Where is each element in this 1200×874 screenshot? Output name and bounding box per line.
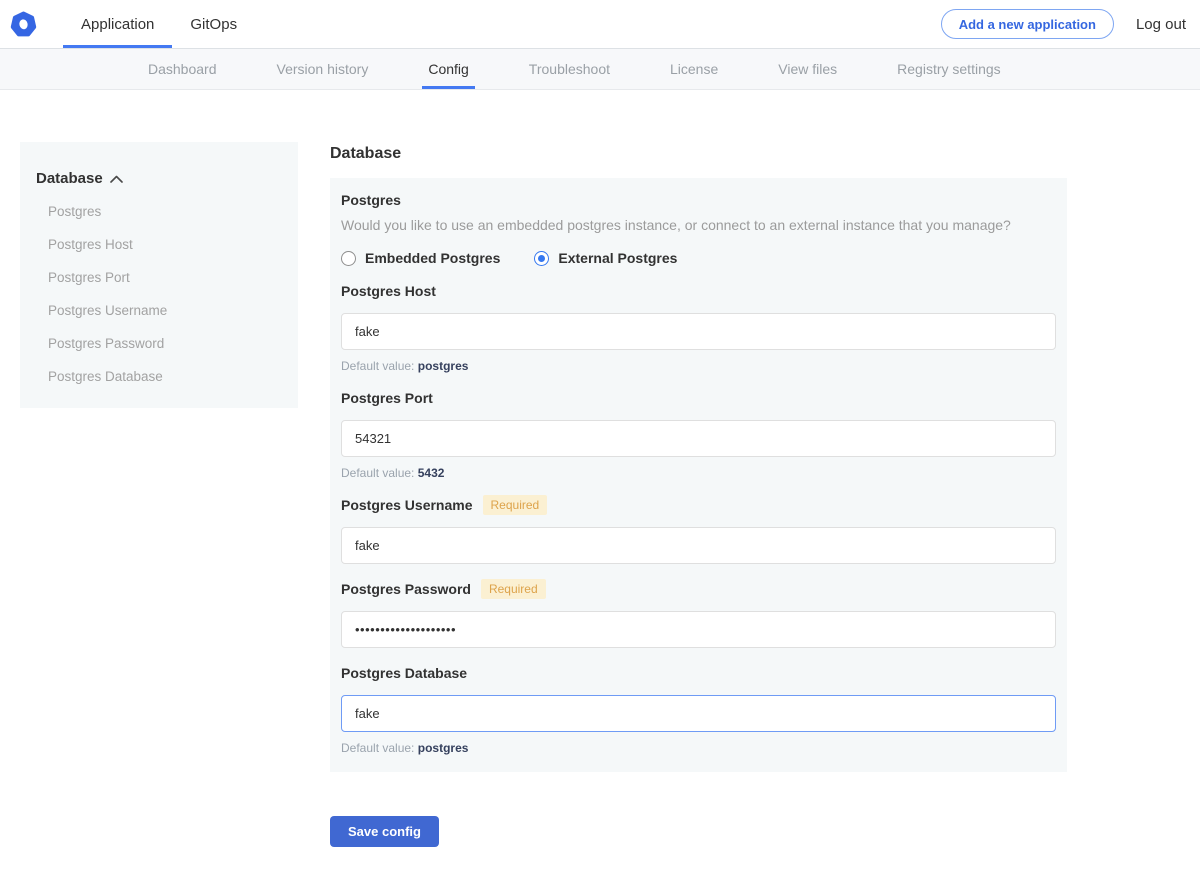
radio-selected-icon[interactable] <box>534 251 549 266</box>
radio-embedded-postgres[interactable]: Embedded Postgres <box>341 250 500 266</box>
sidebar-item-postgres-username[interactable]: Postgres Username <box>36 294 282 327</box>
postgres-host-label: Postgres Host <box>341 283 436 299</box>
default-value-text: postgres <box>418 741 469 755</box>
sidebar-item-postgres[interactable]: Postgres <box>36 195 282 228</box>
field-postgres-host: Postgres Host Default value: postgres <box>341 282 1056 373</box>
default-value-text: postgres <box>418 359 469 373</box>
postgres-database-label: Postgres Database <box>341 665 467 681</box>
postgres-host-input[interactable] <box>341 313 1056 350</box>
sidebar-item-postgres-host[interactable]: Postgres Host <box>36 228 282 261</box>
config-sidebar: Database Postgres Postgres Host Postgres… <box>20 142 298 408</box>
replicated-logo-icon <box>10 11 37 38</box>
subnav-item-troubleshoot[interactable]: Troubleshoot <box>523 49 616 89</box>
postgres-item-title: Postgres <box>341 192 1056 208</box>
subnav-item-dashboard[interactable]: Dashboard <box>142 49 223 89</box>
tab-application[interactable]: Application <box>63 0 172 48</box>
subnav-item-registry-settings[interactable]: Registry settings <box>891 49 1006 89</box>
subnav-item-view-files[interactable]: View files <box>772 49 843 89</box>
sidebar-item-postgres-port[interactable]: Postgres Port <box>36 261 282 294</box>
postgres-radio-group: Embedded Postgres External Postgres <box>341 250 1056 266</box>
subnav-item-config[interactable]: Config <box>422 49 474 89</box>
logout-button[interactable]: Log out <box>1136 16 1186 33</box>
radio-unselected-icon[interactable] <box>341 251 356 266</box>
header-right: Add a new application Log out <box>941 0 1186 48</box>
radio-external-postgres-label: External Postgres <box>558 250 677 266</box>
chevron-up-icon <box>110 175 123 183</box>
field-postgres-database: Postgres Database Default value: postgre… <box>341 664 1056 755</box>
postgres-port-default-hint: Default value: 5432 <box>341 466 1056 480</box>
config-group-title: Database <box>330 145 1067 163</box>
postgres-username-input[interactable] <box>341 527 1056 564</box>
save-config-button[interactable]: Save config <box>330 816 439 847</box>
field-postgres-username: Postgres Username Required <box>341 496 1056 564</box>
postgres-database-default-hint: Default value: postgres <box>341 741 1056 755</box>
add-new-application-button[interactable]: Add a new application <box>941 9 1114 39</box>
default-value-label: Default value: <box>341 466 414 480</box>
config-main: Database Postgres Would you like to use … <box>330 145 1067 847</box>
default-value-label: Default value: <box>341 741 414 755</box>
app-subnav: Dashboard Version history Config Trouble… <box>0 49 1200 90</box>
sidebar-group-database-label: Database <box>36 170 103 187</box>
field-postgres-password: Postgres Password Required <box>341 580 1056 648</box>
radio-embedded-postgres-label: Embedded Postgres <box>365 250 500 266</box>
postgres-username-label: Postgres Username <box>341 497 473 513</box>
config-group-panel: Postgres Would you like to use an embedd… <box>330 178 1067 772</box>
sidebar-item-postgres-password[interactable]: Postgres Password <box>36 327 282 360</box>
required-badge: Required <box>483 495 548 515</box>
tab-gitops-label: GitOps <box>190 16 237 33</box>
postgres-port-label: Postgres Port <box>341 390 433 406</box>
default-value-label: Default value: <box>341 359 414 373</box>
postgres-host-default-hint: Default value: postgres <box>341 359 1056 373</box>
postgres-database-input[interactable] <box>341 695 1056 732</box>
postgres-item-help-text: Would you like to use an embedded postgr… <box>341 217 1056 233</box>
postgres-password-input[interactable] <box>341 611 1056 648</box>
default-value-text: 5432 <box>418 466 445 480</box>
sidebar-item-postgres-database[interactable]: Postgres Database <box>36 360 282 393</box>
app-logo[interactable] <box>10 0 37 48</box>
header-tabs: Application GitOps <box>63 0 255 48</box>
subnav-item-license[interactable]: License <box>664 49 724 89</box>
postgres-port-input[interactable] <box>341 420 1056 457</box>
top-header: Application GitOps Add a new application… <box>0 0 1200 49</box>
tab-application-label: Application <box>81 16 154 33</box>
field-postgres-port: Postgres Port Default value: 5432 <box>341 389 1056 480</box>
subnav-item-version-history[interactable]: Version history <box>271 49 375 89</box>
sidebar-group-database[interactable]: Database <box>36 170 282 187</box>
postgres-password-label: Postgres Password <box>341 581 471 597</box>
tab-gitops[interactable]: GitOps <box>172 0 255 48</box>
radio-external-postgres[interactable]: External Postgres <box>534 250 677 266</box>
required-badge: Required <box>481 579 546 599</box>
